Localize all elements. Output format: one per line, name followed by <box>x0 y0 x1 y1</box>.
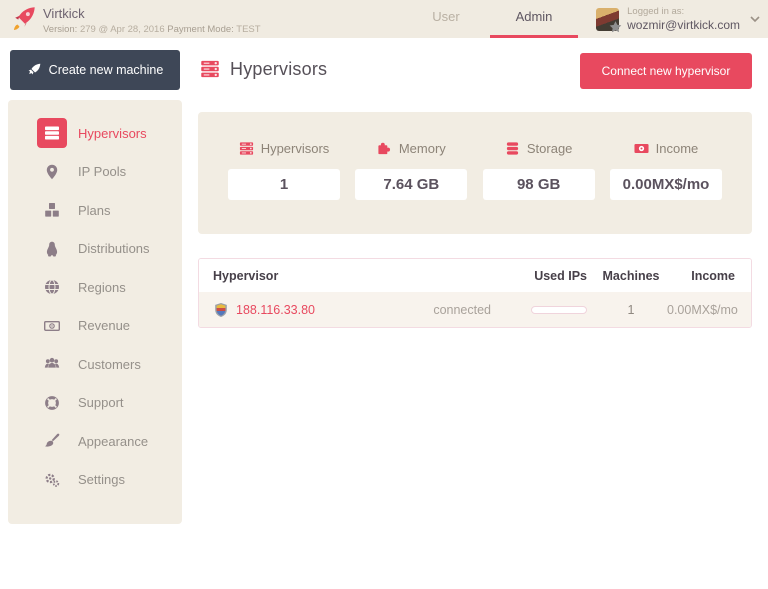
role-tabs: User Admin <box>402 0 578 38</box>
sidebar-item-label: Support <box>78 395 124 410</box>
toolbar: Create new machine Hypervisors Connect n… <box>0 38 768 100</box>
virtkick-admin-app: Virtkick Version: 279 @ Apr 28, 2016 Pay… <box>0 0 768 589</box>
hypervisor-shield-icon <box>213 302 229 318</box>
sidebar-item-customers[interactable]: Customers <box>8 345 182 384</box>
sidebar-item-regions[interactable]: Regions <box>8 268 182 307</box>
star-icon <box>608 20 623 35</box>
avatar <box>596 8 619 31</box>
linux-icon <box>37 234 67 264</box>
sidebar-item-ip-pools[interactable]: IP Pools <box>8 153 182 192</box>
income-icon <box>634 141 649 156</box>
version-label: Version: <box>43 24 77 35</box>
sidebar-item-appearance[interactable]: Appearance <box>8 422 182 461</box>
paintbrush-icon <box>37 426 67 456</box>
payment-mode-label: Payment Mode: <box>167 24 234 35</box>
sidebar-item-label: Settings <box>78 472 125 487</box>
sidebar: Hypervisors IP Pools Plans Distributions… <box>8 100 182 524</box>
globe-icon <box>37 272 67 302</box>
sidebar-item-label: Regions <box>78 280 126 295</box>
create-new-machine-button[interactable]: Create new machine <box>10 50 180 90</box>
connect-new-hypervisor-button[interactable]: Connect new hypervisor <box>580 53 752 89</box>
users-icon <box>37 349 67 379</box>
chevron-down-icon <box>750 16 760 23</box>
sidebar-item-revenue[interactable]: Revenue <box>8 307 182 346</box>
stat-label-text: Memory <box>399 141 446 156</box>
sidebar-item-label: Revenue <box>78 318 130 333</box>
sidebar-item-label: Appearance <box>78 434 148 449</box>
column-header-hypervisor: Hypervisor <box>199 269 499 283</box>
machines-count: 1 <box>595 303 667 317</box>
memory-icon <box>377 141 392 156</box>
income-value: 0.00MX$/mo <box>667 303 751 317</box>
version-info: Version: 279 @ Apr 28, 2016 Payment Mode… <box>43 24 261 35</box>
payment-mode-value: TEST <box>236 24 260 35</box>
table-header: Hypervisor Used IPs Machines Income <box>199 259 751 292</box>
tab-admin[interactable]: Admin <box>490 0 578 38</box>
sidebar-item-label: Plans <box>78 203 111 218</box>
stat-label-text: Hypervisors <box>261 141 330 156</box>
rocket-icon <box>27 63 41 77</box>
column-header-used-ips: Used IPs <box>499 269 595 283</box>
page-title-text: Hypervisors <box>230 59 327 80</box>
column-header-machines: Machines <box>595 269 667 283</box>
stat-label-text: Income <box>656 141 699 156</box>
stat-hypervisors: Hypervisors 1 <box>228 141 340 234</box>
life-ring-icon <box>37 388 67 418</box>
map-marker-icon <box>37 157 67 187</box>
brand: Virtkick Version: 279 @ Apr 28, 2016 Pay… <box>10 3 261 35</box>
stat-value: 7.64 GB <box>355 169 467 200</box>
stat-label-text: Storage <box>527 141 573 156</box>
main-content: Hypervisors 1 Memory 7.64 GB Storage 98 … <box>198 100 752 328</box>
storage-icon <box>505 141 520 156</box>
brand-name: Virtkick <box>43 3 261 21</box>
sidebar-item-support[interactable]: Support <box>8 384 182 423</box>
servers-icon <box>200 59 220 79</box>
sidebar-item-hypervisors[interactable]: Hypervisors <box>8 114 182 153</box>
sidebar-item-settings[interactable]: Settings <box>8 461 182 500</box>
servers-icon <box>239 141 254 156</box>
tab-user[interactable]: User <box>402 0 490 38</box>
stat-storage: Storage 98 GB <box>483 141 595 234</box>
topbar: Virtkick Version: 279 @ Apr 28, 2016 Pay… <box>0 0 768 38</box>
banknote-icon <box>37 311 67 341</box>
stat-income: Income 0.00MX$/mo <box>610 141 722 234</box>
user-email: wozmir@virtkick.com <box>627 18 740 32</box>
sidebar-item-label: Hypervisors <box>78 126 147 141</box>
column-header-income: Income <box>667 269 751 283</box>
sidebar-item-label: Customers <box>78 357 141 372</box>
used-ips-progress-bar <box>531 306 587 314</box>
virtkick-logo-icon <box>10 6 36 32</box>
sidebar-item-label: Distributions <box>78 241 150 256</box>
hypervisors-table: Hypervisor Used IPs Machines Income <box>198 258 752 328</box>
sidebar-item-label: IP Pools <box>78 164 126 179</box>
stat-value: 0.00MX$/mo <box>610 169 722 200</box>
sidebar-item-plans[interactable]: Plans <box>8 191 182 230</box>
sidebar-item-distributions[interactable]: Distributions <box>8 230 182 269</box>
cubes-icon <box>37 195 67 225</box>
table-row[interactable]: 188.116.33.80 connected 1 0.00MX$/mo <box>199 292 751 327</box>
status-text: connected <box>433 303 491 317</box>
create-new-machine-label: Create new machine <box>49 63 164 77</box>
stat-value: 98 GB <box>483 169 595 200</box>
gears-icon <box>37 465 67 495</box>
stats-panel: Hypervisors 1 Memory 7.64 GB Storage 98 … <box>198 112 752 234</box>
version-value: 279 @ Apr 28, 2016 <box>80 24 165 35</box>
logged-in-as-label: Logged in as: <box>627 6 740 17</box>
servers-icon <box>37 118 67 148</box>
stat-memory: Memory 7.64 GB <box>355 141 467 234</box>
hypervisor-link[interactable]: 188.116.33.80 <box>236 303 315 317</box>
stat-value: 1 <box>228 169 340 200</box>
page-title: Hypervisors <box>200 38 327 100</box>
account-menu[interactable]: Logged in as: wozmir@virtkick.com <box>596 0 760 38</box>
